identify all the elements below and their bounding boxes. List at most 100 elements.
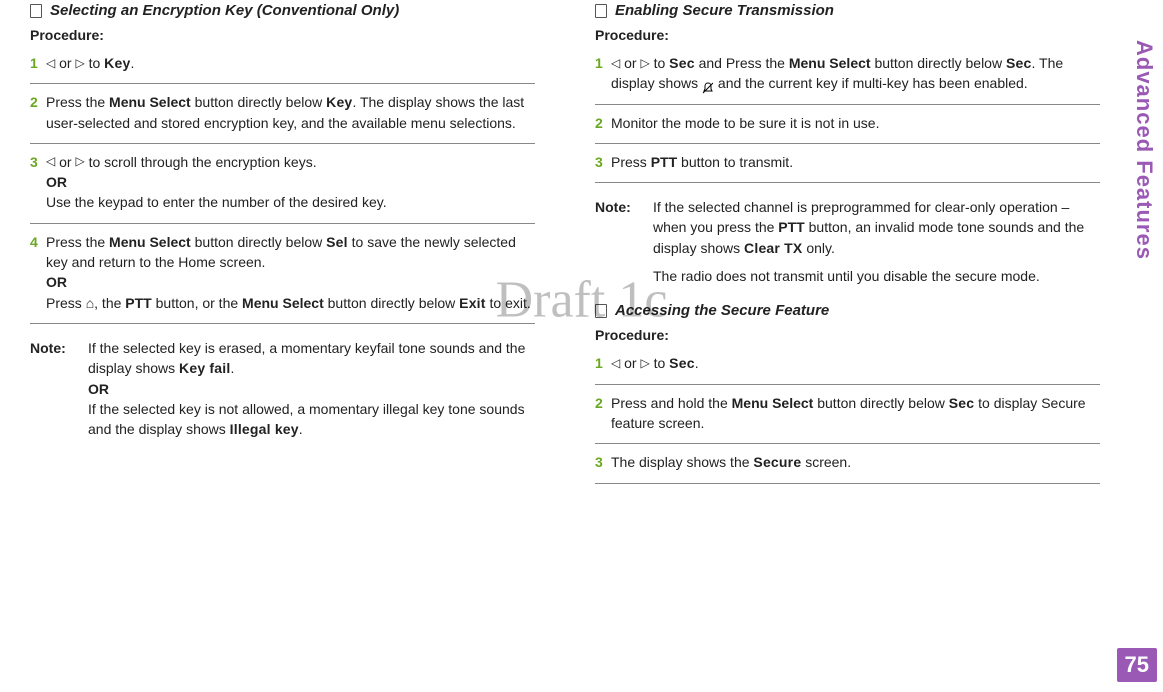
nav-left-icon [611, 355, 620, 372]
text: Use the keypad to enter the number of th… [46, 192, 535, 212]
side-tab-label: Advanced Features [1131, 40, 1157, 260]
step-row: 3 The display shows the Secure screen. [595, 452, 1100, 472]
nav-right-icon [75, 55, 84, 72]
note-body: If the selected key is erased, a momenta… [88, 338, 535, 439]
step-row: 1 or to Sec. [595, 353, 1100, 373]
or-label: OR [46, 272, 535, 292]
ui-ptt: PTT [778, 219, 804, 235]
step-divider [30, 223, 535, 224]
two-column-layout: Selecting an Encryption Key (Conventiona… [30, 2, 1133, 490]
step-row: 4 Press the Menu Select button directly … [30, 232, 535, 313]
text: and the current key if multi-key has bee… [714, 75, 1028, 91]
display-key: Key [104, 55, 130, 71]
step-divider [595, 104, 1100, 105]
left-column: Selecting an Encryption Key (Conventiona… [30, 2, 535, 490]
ui-ptt: PTT [125, 295, 151, 311]
step-number: 1 [595, 53, 611, 94]
text: Press the [46, 234, 109, 250]
text: , the [94, 295, 125, 311]
step-body: Press and hold the Menu Select button di… [611, 393, 1100, 434]
step-number: 3 [595, 452, 611, 472]
text: . [130, 55, 134, 71]
right-column: Enabling Secure Transmission Procedure: … [595, 2, 1100, 490]
ui-menu-select: Menu Select [732, 395, 814, 411]
display-sec: Sec [1006, 55, 1032, 71]
text: or [620, 55, 640, 71]
step-divider [595, 384, 1100, 385]
section-title-text: Enabling Secure Transmission [615, 2, 834, 19]
text: to exit. [486, 295, 531, 311]
text: button directly below [191, 234, 326, 250]
section-title-text: Accessing the Secure Feature [615, 302, 829, 319]
section-title-left: Selecting an Encryption Key (Conventiona… [30, 2, 535, 19]
note-block: Note: If the selected channel is preprog… [595, 197, 1100, 286]
note-block: Note: If the selected key is erased, a m… [30, 338, 535, 439]
procedure-heading: Procedure: [595, 27, 1100, 43]
step-divider [595, 182, 1100, 183]
text: button directly below [324, 295, 459, 311]
ui-menu-select: Menu Select [789, 55, 871, 71]
note-label: Note: [595, 197, 653, 286]
step-row: 1 or to Key. [30, 53, 535, 73]
text: button, or the [152, 295, 242, 311]
step-body: or to scroll through the encryption keys… [46, 152, 535, 213]
step-body: Monitor the mode to be sure it is not in… [611, 113, 1100, 133]
secure-off-icon [702, 79, 714, 91]
nav-left-icon [46, 153, 55, 170]
procedure-heading: Procedure: [595, 327, 1100, 343]
nav-right-icon [75, 153, 84, 170]
text: The radio does not transmit until you di… [653, 266, 1100, 286]
nav-right-icon [640, 55, 649, 72]
nav-right-icon [640, 355, 649, 372]
step-number: 2 [595, 393, 611, 434]
step-body: or to Sec. [611, 353, 1100, 373]
text: If the selected key is not allowed, a mo… [88, 401, 525, 437]
section-title-right1: Enabling Secure Transmission [595, 2, 1100, 19]
section-icon [30, 4, 42, 18]
ui-menu-select: Menu Select [109, 94, 191, 110]
ui-menu-select: Menu Select [242, 295, 324, 311]
step-number: 2 [595, 113, 611, 133]
step-number: 1 [30, 53, 46, 73]
text: to [650, 55, 669, 71]
display-illegalkey: Illegal key [230, 421, 299, 437]
text: . [230, 360, 234, 376]
text: . [299, 421, 303, 437]
text: Press and hold the [611, 395, 732, 411]
display-keyfail: Key fail [179, 360, 230, 376]
step-divider [30, 83, 535, 84]
step-number: 4 [30, 232, 46, 313]
display-secure: Secure [753, 454, 801, 470]
step-number: 3 [595, 152, 611, 172]
text: to [85, 55, 104, 71]
text: or [620, 355, 640, 371]
home-icon [86, 295, 94, 311]
step-divider [595, 483, 1100, 484]
step-row: 3 Press PTT button to transmit. [595, 152, 1100, 172]
or-label: OR [88, 379, 535, 399]
nav-left-icon [611, 55, 620, 72]
step-body: Press PTT button to transmit. [611, 152, 1100, 172]
step-row: 1 or to Sec and Press the Menu Select bu… [595, 53, 1100, 94]
text: and Press the [695, 55, 789, 71]
section-title-right2: Accessing the Secure Feature [595, 302, 1100, 319]
text: screen. [801, 454, 851, 470]
text: Press the [46, 94, 109, 110]
step-body: or to Key. [46, 53, 535, 73]
text: The display shows the [611, 454, 753, 470]
text: only. [802, 240, 834, 256]
ui-menu-select: Menu Select [109, 234, 191, 250]
note-label: Note: [30, 338, 88, 439]
step-body: Press the Menu Select button directly be… [46, 92, 535, 133]
step-body: Press the Menu Select button directly be… [46, 232, 535, 313]
step-number: 2 [30, 92, 46, 133]
text: Press [611, 154, 651, 170]
page-number: 75 [1117, 648, 1157, 682]
step-divider [30, 143, 535, 144]
step-body: The display shows the Secure screen. [611, 452, 1100, 472]
text: to scroll through the encryption keys. [85, 154, 317, 170]
text: or [55, 154, 75, 170]
note-body: If the selected channel is preprogrammed… [653, 197, 1100, 286]
display-key: Key [326, 94, 352, 110]
display-sec: Sec [949, 395, 975, 411]
